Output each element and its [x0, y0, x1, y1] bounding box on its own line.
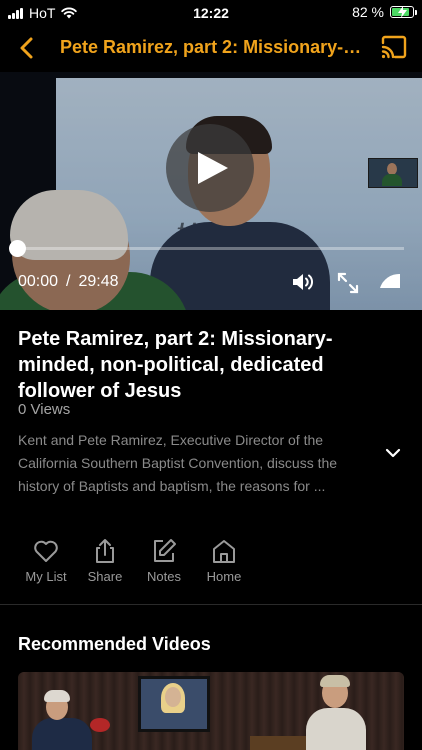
volume-button[interactable] [292, 272, 316, 292]
home-icon [213, 540, 235, 563]
cast-button[interactable] [380, 35, 408, 61]
time-separator: / [66, 273, 71, 290]
battery-charging-icon [390, 6, 417, 18]
time-display: 00:00 / 29:48 [18, 273, 119, 291]
video-detail-screen: HoT 12:22 82 % Pete Ramirez, part 2: Mis… [0, 0, 422, 750]
share-label: Share [87, 569, 123, 584]
share-button[interactable]: Share [75, 538, 135, 584]
video-title: Pete Ramirez, part 2: Missionary-minded,… [18, 328, 333, 402]
playback-speed-button[interactable] [378, 270, 402, 294]
chevron-down-icon [385, 448, 401, 458]
playback-speed-icon [380, 273, 400, 288]
video-description: Kent and Pete Ramirez, Executive Directo… [18, 432, 338, 494]
duration: 29:48 [78, 273, 119, 290]
edit-icon [154, 539, 176, 562]
nav-title: Pete Ramirez, part 2: Missionary-minded,… [60, 37, 366, 57]
fullscreen-button[interactable] [337, 272, 359, 294]
nav-bar: Pete Ramirez, part 2: Missionary-minded,… [0, 28, 422, 68]
recommended-heading: Recommended Videos [18, 634, 211, 654]
notes-label: Notes [147, 569, 181, 584]
fullscreen-icon [337, 272, 359, 294]
progress-scrubber[interactable] [9, 240, 26, 257]
notes-button[interactable]: Notes [134, 538, 194, 584]
current-time: 00:00 [18, 273, 59, 290]
video-player[interactable]: tters 00:00 / 29:48 [0, 72, 422, 310]
home-button[interactable]: Home [194, 538, 254, 584]
action-bar: My List Share Notes Home [0, 538, 422, 588]
status-right: 82 % [352, 4, 417, 20]
expand-description-button[interactable] [382, 443, 404, 463]
status-bar: HoT 12:22 82 % [0, 0, 422, 26]
heart-icon [34, 540, 58, 562]
battery-percent: 82 % [352, 4, 384, 20]
play-button[interactable] [166, 124, 254, 212]
chevron-left-icon [20, 37, 33, 59]
view-count: 0 Views [18, 401, 71, 418]
cast-icon [381, 35, 407, 59]
my-list-label: My List [25, 569, 67, 584]
share-icon [96, 539, 114, 563]
progress-bar[interactable] [18, 247, 404, 250]
play-icon [198, 152, 228, 184]
back-button[interactable] [14, 34, 42, 62]
section-divider [0, 604, 422, 605]
home-label: Home [206, 569, 242, 584]
my-list-button[interactable]: My List [16, 538, 76, 584]
volume-icon [293, 274, 313, 290]
recommended-video-thumbnail[interactable] [18, 672, 404, 750]
